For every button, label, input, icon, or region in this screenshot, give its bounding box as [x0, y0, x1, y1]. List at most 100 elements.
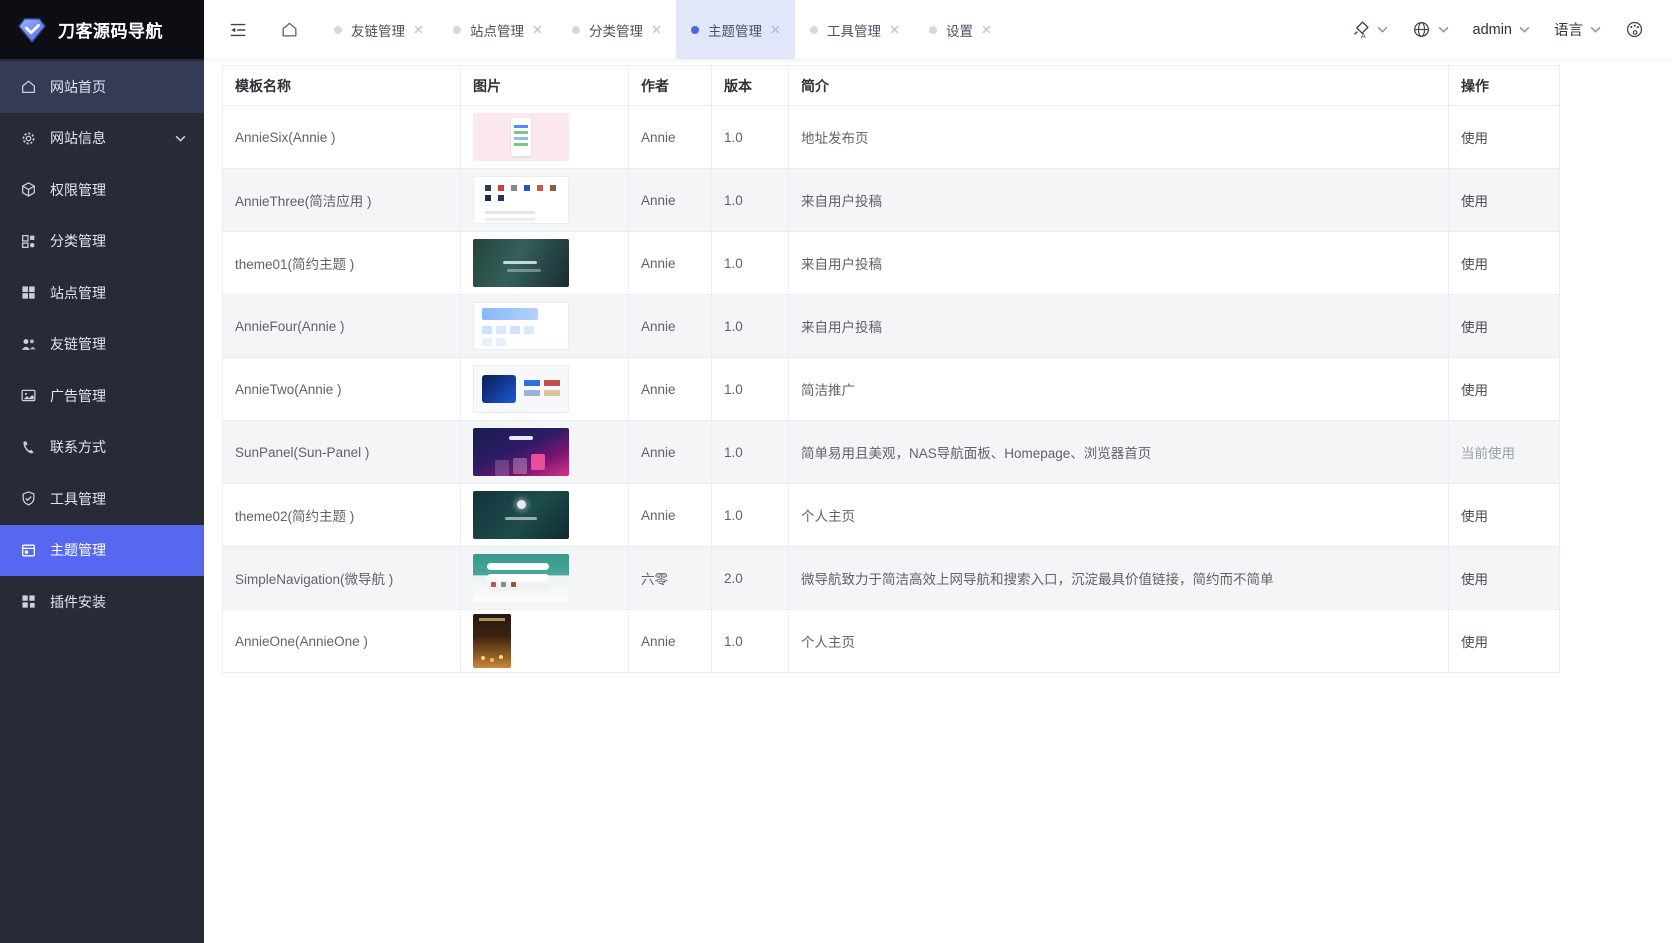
use-button[interactable]: 使用 — [1461, 257, 1488, 272]
sidebar-item-home[interactable]: 网站首页 — [0, 61, 204, 113]
sidebar-item-ads[interactable]: 广告管理 — [0, 370, 204, 422]
use-button[interactable]: 使用 — [1461, 509, 1488, 524]
topbar: 友链管理 站点管理 分类管理 主题管理 工具管理 — [204, 0, 1672, 59]
sidebar-item-categories[interactable]: 分类管理 — [0, 216, 204, 268]
chevron-down-icon — [1377, 26, 1388, 33]
tab-bar: 友链管理 站点管理 分类管理 主题管理 工具管理 — [319, 0, 1006, 59]
grid-icon — [20, 593, 37, 610]
user-dropdown[interactable]: admin — [1473, 22, 1531, 38]
table-row: theme02(简约主题 ) Annie 1.0 个人主页 使用 — [223, 484, 1560, 547]
tab-tools[interactable]: 工具管理 — [795, 0, 914, 59]
sidebar-item-label: 权限管理 — [50, 180, 106, 200]
sidebar-item-friend-links[interactable]: 友链管理 — [0, 319, 204, 371]
template-author: Annie — [629, 295, 712, 358]
template-version: 1.0 — [712, 232, 789, 295]
sidebar-item-label: 联系方式 — [50, 437, 106, 457]
category-icon — [20, 233, 37, 250]
shield-check-icon — [20, 490, 37, 507]
breadcrumb-home-icon[interactable] — [280, 20, 299, 39]
chevron-down-icon — [175, 135, 186, 142]
template-thumbnail — [473, 113, 569, 161]
palette-icon[interactable] — [1625, 20, 1644, 39]
use-button[interactable]: 使用 — [1461, 635, 1488, 650]
close-icon[interactable] — [982, 25, 991, 34]
table-row: AnnieSix(Annie ) Annie 1.0 地址发布页 使用 — [223, 106, 1560, 169]
table-row: AnnieThree(简洁应用 ) Annie 1.0 来自用户投稿 使用 — [223, 169, 1560, 232]
template-thumbnail — [473, 491, 569, 539]
template-version: 1.0 — [712, 358, 789, 421]
app-title: 刀客源码导航 — [58, 17, 163, 42]
template-thumbnail — [473, 554, 569, 602]
sidebar-item-themes[interactable]: 主题管理 — [0, 525, 204, 577]
table-row: AnnieOne(AnnieOne ) Annie 1.0 个人主页 使用 — [223, 610, 1560, 673]
tab-friend-links[interactable]: 友链管理 — [319, 0, 438, 59]
template-description: 来自用户投稿 — [789, 295, 1449, 358]
sidebar-item-tools[interactable]: 工具管理 — [0, 473, 204, 525]
tab-label: 主题管理 — [708, 20, 762, 40]
language-dropdown[interactable]: 语言 — [1554, 19, 1601, 40]
skin-brush-icon: A — [1351, 20, 1370, 39]
use-button[interactable]: 使用 — [1461, 572, 1488, 587]
close-icon[interactable] — [890, 25, 899, 34]
template-name: theme01(简约主题 ) — [223, 232, 461, 295]
col-header-author: 作者 — [629, 66, 712, 106]
template-thumbnail — [473, 428, 569, 476]
globe-dropdown[interactable] — [1412, 20, 1449, 39]
template-description: 来自用户投稿 — [789, 232, 1449, 295]
sidebar-item-site-info[interactable]: 网站信息 — [0, 113, 204, 165]
col-header-actions: 操作 — [1449, 66, 1560, 106]
tab-sites[interactable]: 站点管理 — [438, 0, 557, 59]
template-version: 1.0 — [712, 169, 789, 232]
use-button[interactable]: 使用 — [1461, 194, 1488, 209]
close-icon[interactable] — [771, 25, 780, 34]
template-description: 来自用户投稿 — [789, 169, 1449, 232]
template-name: AnnieSix(Annie ) — [223, 106, 461, 169]
template-author: Annie — [629, 610, 712, 673]
tab-themes[interactable]: 主题管理 — [676, 0, 795, 59]
language-label: 语言 — [1554, 19, 1583, 40]
sidebar-item-plugins[interactable]: 插件安装 — [0, 576, 204, 628]
users-icon — [20, 336, 37, 353]
app-logo[interactable]: 刀客源码导航 — [0, 0, 204, 59]
templates-table: 模板名称 图片 作者 版本 简介 操作 AnnieSix(Annie ) Ann… — [222, 65, 1560, 673]
close-icon[interactable] — [414, 25, 423, 34]
tab-label: 站点管理 — [470, 20, 524, 40]
close-icon[interactable] — [533, 25, 542, 34]
gem-logo-icon — [16, 16, 48, 44]
sidebar-item-label: 插件安装 — [50, 592, 106, 612]
use-button[interactable]: 使用 — [1461, 383, 1488, 398]
use-button[interactable]: 使用 — [1461, 320, 1488, 335]
sidebar: 刀客源码导航 网站首页 网站信息 权限管理 分类管理 站点管理 — [0, 0, 204, 943]
close-icon[interactable] — [652, 25, 661, 34]
template-description: 个人主页 — [789, 610, 1449, 673]
sidebar-item-sites[interactable]: 站点管理 — [0, 267, 204, 319]
tab-categories[interactable]: 分类管理 — [557, 0, 676, 59]
template-version: 1.0 — [712, 106, 789, 169]
chevron-down-icon — [1438, 26, 1449, 33]
template-name: SimpleNavigation(微导航 ) — [223, 547, 461, 610]
template-description: 个人主页 — [789, 484, 1449, 547]
sidebar-item-label: 工具管理 — [50, 489, 106, 509]
template-author: Annie — [629, 106, 712, 169]
template-version: 1.0 — [712, 610, 789, 673]
main-content: 模板名称 图片 作者 版本 简介 操作 AnnieSix(Annie ) Ann… — [204, 59, 1672, 943]
sidebar-item-contact[interactable]: 联系方式 — [0, 422, 204, 474]
template-thumbnail — [473, 365, 569, 413]
sidebar-item-label: 分类管理 — [50, 231, 106, 251]
table-header-row: 模板名称 图片 作者 版本 简介 操作 — [223, 66, 1560, 106]
tab-dot — [453, 26, 461, 34]
tab-dot — [810, 26, 818, 34]
sidebar-item-permissions[interactable]: 权限管理 — [0, 164, 204, 216]
col-header-image: 图片 — [461, 66, 629, 106]
contact-icon — [20, 439, 37, 456]
template-version: 1.0 — [712, 295, 789, 358]
template-description: 简洁推广 — [789, 358, 1449, 421]
skin-brush-dropdown[interactable]: A — [1351, 20, 1388, 39]
use-button[interactable]: 使用 — [1461, 131, 1488, 146]
svg-text:A: A — [1361, 33, 1366, 39]
tab-settings[interactable]: 设置 — [914, 0, 1006, 59]
tab-label: 分类管理 — [589, 20, 643, 40]
topbar-actions: A admin 语言 — [1351, 19, 1672, 40]
windows-icon — [20, 284, 37, 301]
menu-fold-icon[interactable] — [228, 21, 248, 39]
